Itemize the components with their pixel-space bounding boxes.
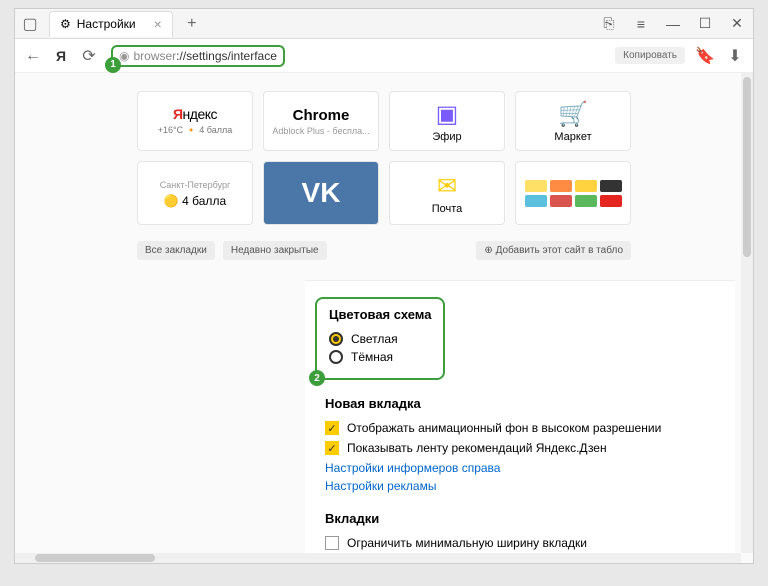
color-scheme-section: Цветовая схема Светлая Тёмная 2 [315, 297, 445, 380]
tab-title: Настройки [77, 17, 136, 31]
minimize-button[interactable]: ― [657, 9, 689, 39]
checkbox-icon: ✓ [325, 441, 339, 455]
titlebar-controls: ⎘ ≡ ― ☐ ✕ [593, 9, 753, 39]
checkbox-icon [325, 536, 339, 550]
tiles-row-1: Яндекс +16°C 🔸 4 балла Chrome Adblock Pl… [137, 91, 631, 151]
below-tiles-bar: Все закладки Недавно закрытые ⊕ Добавить… [137, 241, 631, 260]
tile-sub: Adblock Plus - беспла... [272, 126, 369, 136]
gear-icon: ⚙ [60, 17, 71, 31]
maximize-button[interactable]: ☐ [689, 9, 721, 39]
checkbox-hires-bg[interactable]: ✓ Отображать анимационный фон в высоком … [325, 421, 727, 435]
downloads-icon[interactable]: ⬇ [725, 46, 745, 66]
tile-vk[interactable]: VK [263, 161, 379, 225]
tile-city: Санкт-Петербург [160, 180, 231, 190]
informers-settings-link[interactable]: Настройки информеров справа [325, 461, 727, 475]
bookmark-icon[interactable]: 🔖 [695, 46, 715, 66]
radio-icon [329, 332, 343, 346]
tile-chrome[interactable]: Chrome Adblock Plus - беспла... [263, 91, 379, 151]
checkbox-min-tab-width[interactable]: Ограничить минимальную ширину вкладки [325, 536, 727, 550]
browser-window: ▢ ⚙ Настройки × + ⎘ ≡ ― ☐ ✕ ← Я ⟳ ◉ brow… [14, 8, 754, 564]
weather-line: +16°C 🔸 4 балла [158, 125, 233, 136]
checkbox-icon: ✓ [325, 421, 339, 435]
new-tab-button[interactable]: + [179, 11, 205, 37]
cart-icon: 🛒 [558, 100, 588, 129]
hamburger-icon[interactable]: ≡ [625, 9, 657, 39]
vk-logo: VK [302, 177, 341, 209]
checkbox-zen-feed[interactable]: ✓ Показывать ленту рекомендаций Яндекс.Д… [325, 441, 727, 455]
tab-settings[interactable]: ⚙ Настройки × [49, 11, 173, 37]
recently-closed-chip[interactable]: Недавно закрытые [223, 241, 327, 260]
speed-dial: Яндекс +16°C 🔸 4 балла Chrome Adblock Pl… [15, 73, 753, 260]
tab-close-icon[interactable]: × [154, 16, 162, 32]
thumbnails-grid [519, 174, 628, 213]
radio-icon [329, 350, 343, 364]
toolbar-right: Копировать 🔖 ⬇ [615, 46, 745, 66]
tile-efir[interactable]: ▣ Эфир [389, 91, 505, 151]
globe-icon: ◉ [119, 49, 129, 63]
navigation-toolbar: ← Я ⟳ ◉ browser://settings/interface 1 К… [15, 39, 753, 73]
tiles-row-2: Санкт-Петербург 🟡 4 балла VK ✉ Почта [137, 161, 631, 225]
all-bookmarks-chip[interactable]: Все закладки [137, 241, 215, 260]
address-bar[interactable]: ◉ browser://settings/interface 1 [111, 45, 285, 67]
annotation-badge-1: 1 [105, 57, 121, 73]
radio-label: Тёмная [351, 350, 393, 364]
section-title-scheme: Цветовая схема [329, 307, 431, 322]
radio-light[interactable]: Светлая [329, 332, 431, 346]
reload-button[interactable]: ⟳ [79, 46, 99, 66]
tile-label: Эфир [432, 131, 461, 143]
checkbox-label: Показывать ленту рекомендаций Яндекс.Дзе… [347, 441, 607, 455]
close-window-button[interactable]: ✕ [721, 9, 753, 39]
section-title-tabs: Вкладки [325, 511, 727, 526]
checkbox-label: Отображать анимационный фон в высоком ра… [347, 421, 661, 435]
tile-label: Почта [432, 203, 463, 215]
tile-yandex[interactable]: Яндекс +16°C 🔸 4 балла [137, 91, 253, 151]
yandex-home-button[interactable]: Я [51, 46, 71, 66]
section-title-newtab: Новая вкладка [325, 396, 727, 411]
efir-icon: ▣ [436, 100, 459, 129]
content-area: Яндекс +16°C 🔸 4 балла Chrome Adblock Pl… [15, 73, 753, 563]
tile-label: Chrome [293, 107, 350, 124]
tile-mail[interactable]: ✉ Почта [389, 161, 505, 225]
tile-market[interactable]: 🛒 Маркет [515, 91, 631, 151]
tile-thumbnails[interactable] [515, 161, 631, 225]
annotation-badge-2: 2 [309, 370, 325, 386]
reader-button[interactable]: ⎘ [593, 9, 625, 39]
add-site-chip[interactable]: ⊕ Добавить этот сайт в табло [476, 241, 631, 260]
radio-label: Светлая [351, 332, 398, 346]
copy-button[interactable]: Копировать [615, 47, 685, 64]
sidepanel-button[interactable]: ▢ [15, 9, 45, 39]
settings-panel: Цветовая схема Светлая Тёмная 2 Новая вк… [305, 280, 735, 563]
horizontal-scrollbar[interactable] [15, 553, 741, 563]
tile-sub: 🟡 4 балла [164, 194, 226, 208]
mail-icon: ✉ [437, 172, 457, 201]
url-text: browser://settings/interface [133, 49, 276, 63]
radio-dark[interactable]: Тёмная [329, 350, 431, 364]
checkbox-label: Ограничить минимальную ширину вкладки [347, 536, 587, 550]
titlebar: ▢ ⚙ Настройки × + ⎘ ≡ ― ☐ ✕ [15, 9, 753, 39]
back-button[interactable]: ← [23, 46, 43, 66]
vertical-scrollbar[interactable] [741, 73, 753, 553]
tile-label: Маркет [554, 131, 591, 143]
yandex-logo: Яндекс [173, 106, 217, 122]
ads-settings-link[interactable]: Настройки рекламы [325, 479, 727, 493]
tile-weather[interactable]: Санкт-Петербург 🟡 4 балла [137, 161, 253, 225]
